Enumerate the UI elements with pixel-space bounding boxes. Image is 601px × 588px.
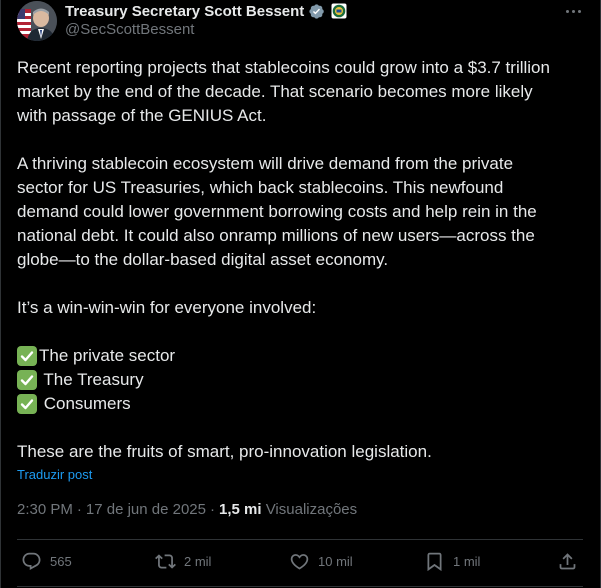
repost-button[interactable]: 2 mil: [155, 551, 211, 572]
divider: [17, 586, 583, 587]
more-options-button[interactable]: [560, 0, 586, 22]
checklist-item-label: The Treasury: [39, 370, 144, 389]
reply-button[interactable]: 565: [21, 551, 72, 572]
post-metadata: 2:30 PM · 17 de jun de 2025 · 1,5 mi Visuali…: [17, 501, 357, 518]
share-button[interactable]: [557, 551, 578, 572]
checklist-item: The private sector: [17, 344, 587, 368]
bookmark-button[interactable]: 1 mil: [424, 551, 480, 572]
post-closing-line: These are the fruits of smart, pro-innov…: [17, 442, 432, 461]
check-mark-icon: [17, 346, 37, 366]
post-line: demand could lower government borrowing …: [17, 202, 537, 221]
checklist-item: Consumers: [17, 392, 587, 416]
repost-icon: [155, 554, 176, 569]
check-mark-icon: [17, 370, 37, 390]
post-line: with passage of the GENIUS Act.: [17, 106, 267, 125]
checklist-item-label: Consumers: [39, 394, 131, 413]
left-border: [0, 0, 1, 588]
repost-count: 2 mil: [184, 554, 212, 569]
divider: [17, 539, 583, 540]
post-line: national debt. It could also onramp mill…: [17, 226, 535, 245]
author-handle[interactable]: @SecScottBessent: [65, 21, 194, 38]
post-line: sector for US Treasuries, which back sta…: [17, 178, 504, 197]
post-text: Recent reporting projects that stablecoi…: [17, 56, 587, 464]
check-mark-icon: [17, 394, 37, 414]
reply-icon: [22, 552, 41, 570]
checklist-item: The Treasury: [17, 368, 587, 392]
like-count: 10 mil: [318, 554, 353, 569]
post-date[interactable]: 17 de jun de 2025: [86, 501, 206, 518]
like-button[interactable]: 10 mil: [289, 551, 353, 572]
author-display-name[interactable]: Treasury Secretary Scott Bessent: [65, 3, 304, 20]
more-dot-icon: [565, 9, 569, 13]
meta-separator: ·: [210, 501, 215, 518]
post-line: A thriving stablecoin ecosystem will dri…: [17, 154, 514, 173]
views-label: Visualizações: [265, 501, 358, 518]
post-line: globe—to the dollar-based digital asset …: [17, 250, 389, 269]
treasury-affiliation-badge-icon[interactable]: [331, 3, 347, 19]
verified-badge-icon[interactable]: [308, 3, 325, 20]
post-line: It’s a win-win-win for everyone involved…: [17, 298, 317, 317]
action-bar: 565 2 mil 10 mil 1 mil: [17, 541, 583, 585]
avatar-photo-icon: [17, 1, 57, 41]
more-dot-icon: [571, 9, 575, 13]
share-icon: [559, 553, 576, 570]
reply-count: 565: [50, 554, 72, 569]
post-line: Recent reporting projects that stablecoi…: [17, 58, 550, 77]
views-count: 1,5 mi: [219, 501, 262, 518]
post-time[interactable]: 2:30 PM: [17, 501, 73, 518]
translate-post-link[interactable]: Traduzir post: [17, 467, 92, 482]
bookmark-icon: [427, 552, 442, 572]
more-dot-icon: [577, 9, 581, 13]
heart-icon: [290, 554, 309, 570]
meta-separator: ·: [76, 501, 82, 518]
checklist-item-label: The private sector: [39, 346, 176, 365]
bookmark-count: 1 mil: [453, 554, 481, 569]
post-line: market by the end of the decade. That sc…: [17, 82, 533, 101]
avatar[interactable]: [17, 1, 57, 41]
author-name-row[interactable]: Treasury Secretary Scott Bessent: [65, 1, 347, 21]
